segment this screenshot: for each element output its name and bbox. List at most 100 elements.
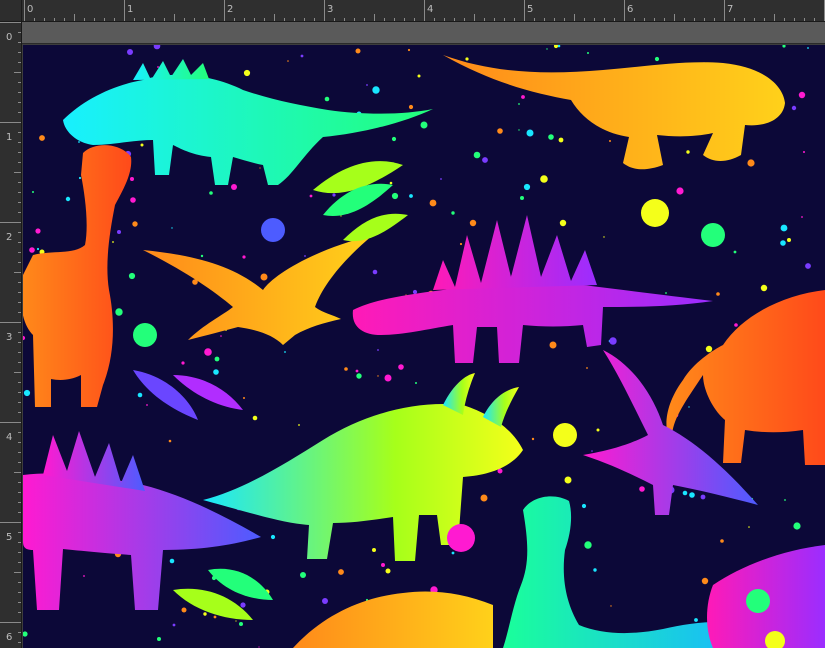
paint-splatter-dot: [324, 96, 330, 102]
design-app-window: 0 1 2 3 4 5 6 7 0 1 2 3 4 5 6: [0, 0, 825, 648]
paint-splatter-dot: [586, 367, 588, 369]
paint-splatter-dot: [581, 503, 587, 509]
paint-splatter-dot: [112, 241, 114, 243]
paint-splatter-dot: [398, 364, 404, 370]
paint-splatter-dot: [694, 618, 698, 622]
paint-splatter-dot: [304, 255, 306, 257]
paint-splatter-dot: [39, 135, 45, 141]
paint-splatter-dot: [32, 191, 34, 193]
ruler-tick: [174, 14, 175, 21]
paint-splatter-dot: [716, 292, 720, 296]
paint-splatter-dot: [793, 522, 801, 530]
paint-splatter-dot: [130, 177, 134, 181]
paint-splatter-dot: [377, 375, 379, 377]
ruler-tick: [14, 372, 21, 373]
paint-splatter-dot: [391, 192, 399, 200]
ruler-label: 6: [627, 4, 634, 15]
paint-splatter-dot: [168, 439, 172, 443]
paint-splatter-dot: [518, 103, 520, 105]
paint-splatter-dot: [760, 284, 768, 292]
ruler-label: 4: [427, 4, 434, 15]
paint-splatter-dot: [686, 150, 690, 154]
canvas-pasteboard[interactable]: [22, 22, 825, 44]
ruler-tick: [18, 292, 21, 293]
ruler-tick: [0, 22, 21, 23]
artboard[interactable]: [23, 45, 825, 648]
ruler-tick: [18, 202, 21, 203]
ruler-tick: [18, 612, 21, 613]
ruler-tick: [18, 542, 21, 543]
ruler-tick: [18, 362, 21, 363]
paint-splatter-dot: [688, 406, 690, 408]
ruler-label: 2: [6, 232, 13, 243]
paint-splatter-dot: [117, 230, 121, 234]
ruler-tick: [18, 102, 21, 103]
dinosaur-pattern: [23, 45, 825, 648]
ruler-label: 1: [127, 4, 134, 15]
ruler-tick: [18, 442, 21, 443]
paint-splatter-dot: [203, 612, 207, 616]
paint-splatter-dot: [451, 211, 455, 215]
ruler-tick: [18, 62, 21, 63]
ruler-tick: [18, 52, 21, 53]
paint-splatter-dot: [29, 247, 35, 253]
ruler-tick: [524, 0, 525, 21]
ruler-tick: [18, 282, 21, 283]
paint-splatter-dot: [639, 486, 645, 492]
paint-splatter-dot: [497, 128, 503, 134]
paint-splatter-dot: [235, 620, 237, 622]
ruler-tick: [0, 122, 21, 123]
ruler-tick: [574, 14, 575, 21]
paint-splatter-dot: [407, 48, 411, 52]
paint-splatter-dot: [733, 250, 737, 254]
paint-splatter-dot: [408, 104, 414, 110]
paint-splatter-dot: [409, 194, 413, 198]
paint-splatter-dot: [720, 539, 724, 543]
paint-splatter-dot: [172, 623, 176, 627]
ruler-tick: [18, 212, 21, 213]
ruler-label: 2: [227, 4, 234, 15]
paint-splatter-dot: [540, 175, 548, 183]
paint-splatter-dot: [564, 476, 572, 484]
ruler-tick: [424, 0, 425, 21]
paint-splatter-dot: [214, 356, 220, 362]
ruler-tick: [18, 182, 21, 183]
paint-splatter-dot: [181, 361, 185, 365]
horizontal-ruler[interactable]: 0 1 2 3 4 5 6 7: [22, 0, 825, 22]
ruler-tick: [18, 132, 21, 133]
paint-splatter-dot: [213, 615, 217, 619]
paint-splatter-dot: [747, 159, 755, 167]
ruler-tick: [18, 302, 21, 303]
paint-splatter-dot: [801, 216, 803, 218]
ruler-tick: [18, 242, 21, 243]
paint-splatter-dot: [140, 143, 144, 147]
ruler-tick: [18, 252, 21, 253]
paint-splatter-dot: [127, 49, 133, 55]
paint-splatter-dot: [521, 95, 525, 99]
paint-splatter-dot: [700, 494, 706, 500]
ruler-tick: [624, 0, 625, 21]
paint-splatter-dot: [391, 136, 397, 142]
ruler-tick: [674, 14, 675, 21]
paint-splatter-dot: [451, 551, 455, 555]
ruler-tick: [0, 222, 21, 223]
paint-splatter-dot: [807, 47, 809, 49]
ruler-tick: [224, 0, 225, 21]
paint-splatter-dot: [412, 289, 418, 295]
ruler-tick: [18, 162, 21, 163]
paint-splatter-dot: [596, 428, 600, 432]
ruler-tick: [18, 642, 21, 643]
ruler-tick: [18, 332, 21, 333]
paint-splatter-dot: [309, 194, 313, 198]
ruler-tick: [18, 352, 21, 353]
paint-splatter-dot: [705, 345, 713, 353]
paint-splatter-dot: [609, 140, 611, 142]
vertical-ruler[interactable]: 0 1 2 3 4 5 6: [0, 22, 22, 648]
paint-splatter-dot: [518, 129, 520, 131]
ruler-origin[interactable]: [0, 0, 22, 22]
ruler-label: 0: [6, 32, 13, 43]
paint-splatter-dot: [665, 292, 667, 294]
ruler-tick: [18, 462, 21, 463]
ruler-tick: [374, 14, 375, 21]
paint-splatter-dot: [559, 219, 567, 227]
